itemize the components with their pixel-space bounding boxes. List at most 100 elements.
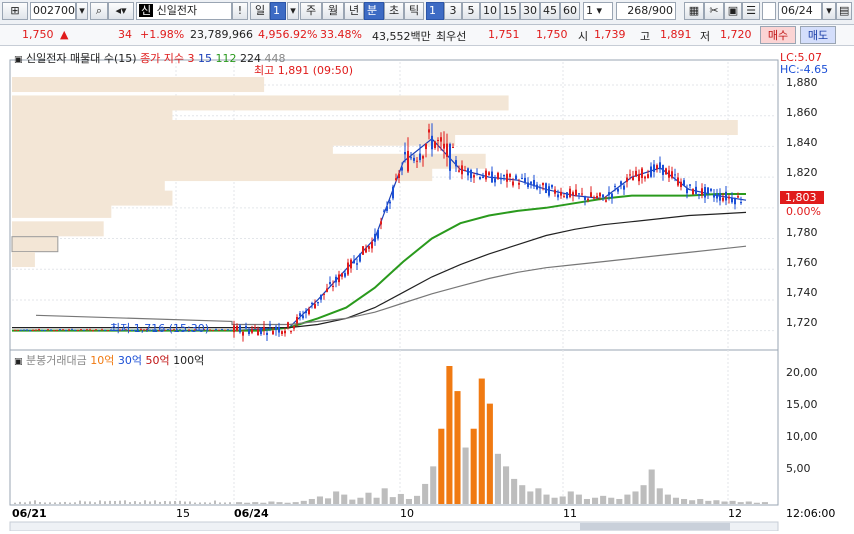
candle-body [350,259,352,269]
candle-body [587,198,589,201]
chart-area[interactable]: 1,803 0.00% 최고 1,891 (09:50) 최저 1,716 (1… [0,46,854,532]
chart-canvas[interactable]: 1,803 0.00% 최고 1,891 (09:50) 최저 1,716 (1… [0,46,854,532]
tab-week[interactable]: 주 [300,2,322,20]
volume-bar [244,502,251,504]
candle-body [107,330,109,332]
volume-bar [69,502,71,504]
minute-1[interactable]: 1 [426,2,444,20]
y-tick-1820: 1,820 [786,166,818,179]
candle-body [26,329,28,331]
volume-panel-icon[interactable]: ▣ [14,357,23,367]
tab-second[interactable]: 초 [384,2,404,20]
tab-year[interactable]: 년 [344,2,364,20]
candle-body [521,177,523,179]
candle-body [581,193,583,195]
candle-body [515,175,517,180]
date-dropdown-icon[interactable]: ▾ [822,2,836,20]
candle-body [227,329,229,331]
candle-body [650,166,652,177]
candle-body [254,327,256,329]
open-price: 1,739 [594,28,626,41]
stock-name-field[interactable]: 신 신일전자 [136,2,232,20]
volume-bar [753,502,760,504]
tab-day[interactable]: 일 [250,2,270,20]
candle-body [302,315,304,319]
panel-icon[interactable]: ▣ [14,55,23,65]
volume-bar [600,495,607,504]
range-field[interactable]: 268/900 [616,2,676,20]
volume-bar [462,447,469,504]
candle-body [551,184,553,188]
tab-tick[interactable]: 틱 [404,2,424,20]
volume-bar [29,501,31,504]
scrollbar-thumb[interactable] [580,523,730,530]
date-field[interactable]: 06/24 [778,2,822,20]
price-panel-header: ▣ 신일전자 매물대 수(15) 종가 지수 3 15 112 224 448 [14,50,286,66]
volume-plot-frame [9,349,779,506]
volume-bar [672,497,679,504]
candle-body [272,330,274,335]
minute-10[interactable]: 10 [480,2,500,20]
candle-body [284,330,286,334]
toolbar: ⊞ 002700 ▾ ⌕ ◂▾ 신 신일전자 ! 일 1 ▾ 주 월 년 분 초… [0,0,854,25]
candle-body [713,194,715,198]
volume-bar [681,498,688,504]
candle-body [542,182,544,186]
candle-body [659,162,661,170]
save-icon[interactable]: ▣ [724,2,742,20]
count-select[interactable]: 1 ▾ [583,2,613,20]
code-dropdown-icon[interactable]: ▾ [76,2,88,20]
minute-30[interactable]: 30 [520,2,540,20]
candle-body [665,168,667,175]
minute-5[interactable]: 5 [462,2,480,20]
buy-button[interactable]: 매수 [760,26,796,44]
day-count[interactable]: 1 [270,2,286,20]
sell-button[interactable]: 매도 [800,26,836,44]
volume-profile-bar [12,252,35,268]
volume-bar [104,501,106,504]
candle-body [491,171,493,183]
threshold-50: 50억 [145,354,170,367]
chart-icon[interactable]: ⊞ [2,2,28,20]
candle-body [536,184,538,190]
candle-body [332,285,334,287]
tab-minute[interactable]: 분 [364,2,384,20]
y-tick-1840: 1,840 [786,136,818,149]
volume-bar [721,501,728,504]
candle-body [413,157,415,161]
stock-code-input[interactable]: 002700 [30,2,76,20]
minute-15[interactable]: 15 [500,2,520,20]
minute-45[interactable]: 45 [540,2,560,20]
day-count-dropdown-icon[interactable]: ▾ [287,2,299,20]
grid-icon[interactable]: ▦ [684,2,704,20]
candle-body [77,330,79,332]
candle-body [503,175,505,177]
settings-icon[interactable]: ☰ [742,2,760,20]
volume-bar [316,496,323,504]
volume-bar [519,485,526,504]
speaker-icon[interactable]: ◂▾ [108,2,134,20]
candle-body [500,178,502,180]
alert-icon[interactable]: ! [232,2,248,20]
volume-bar [300,500,307,504]
minute-60[interactable]: 60 [560,2,580,20]
candle-body [86,329,88,331]
candle-body [278,327,280,333]
tab-month[interactable]: 월 [322,2,344,20]
volume-bar [737,502,744,504]
candle-body [212,330,214,332]
candle-body [638,174,640,182]
candle-body [263,326,265,330]
date-checkbox[interactable] [762,2,776,20]
y-tick-1740: 1,740 [786,286,818,299]
candle-body [62,329,64,331]
trade-amount: 43,552백만 [372,30,431,43]
candle-body [662,164,664,175]
search-icon[interactable]: ⌕ [90,2,108,20]
y-tick-1780: 1,780 [786,226,818,239]
scissors-icon[interactable]: ✂ [704,2,724,20]
volume-bar [64,501,66,504]
best-ask-label: 최우선 [436,30,467,43]
minute-3[interactable]: 3 [444,2,462,20]
calendar-icon[interactable]: ▤ [836,2,852,20]
